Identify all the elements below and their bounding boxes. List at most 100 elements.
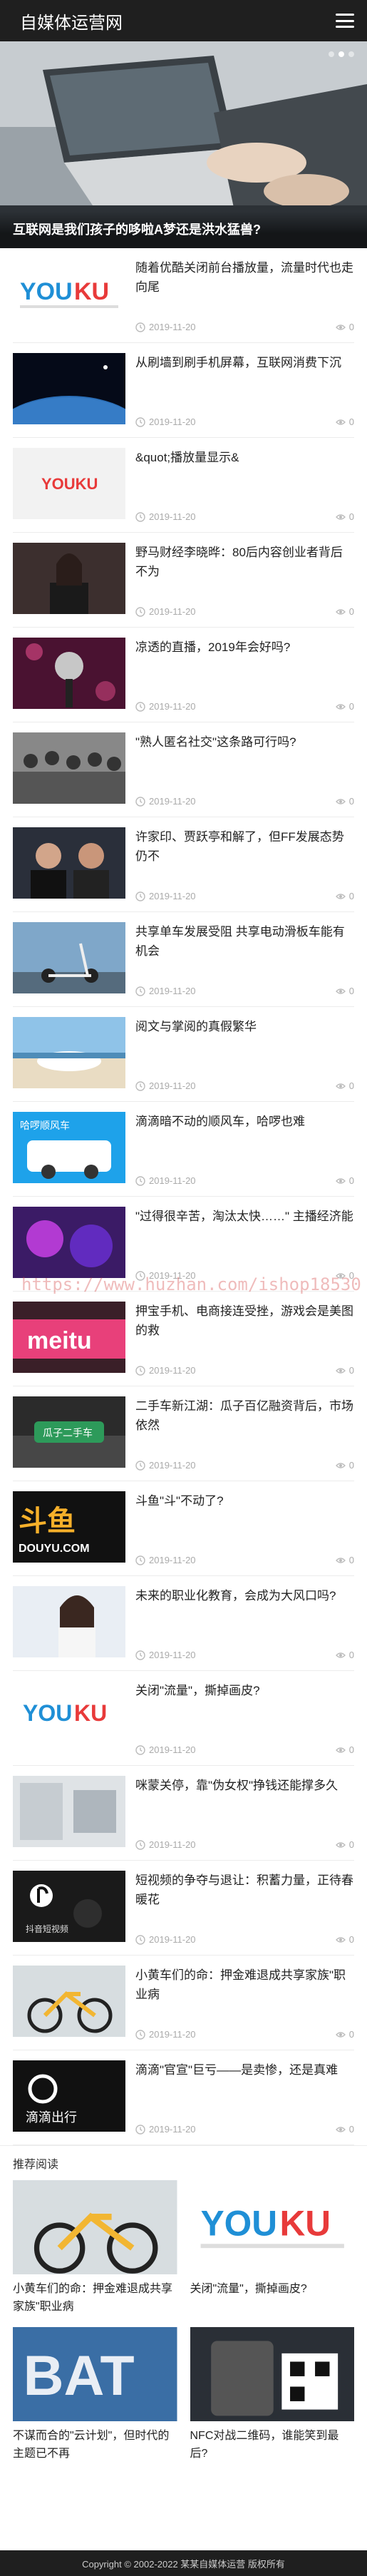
- article-thumbnail[interactable]: YOUKU: [13, 448, 125, 519]
- article-title[interactable]: 随着优酷关闭前台播放量，流量时代也走向尾: [135, 258, 354, 297]
- article-thumbnail[interactable]: [13, 543, 125, 614]
- article-thumbnail[interactable]: 滴滴出行: [13, 2060, 125, 2132]
- svg-text:抖音短视频: 抖音短视频: [26, 1923, 68, 1934]
- article-views: 0: [348, 2029, 354, 2040]
- article-title[interactable]: 许家印、贾跃亭和解了，但FF发展态势仍不: [135, 827, 354, 866]
- article-thumbnail[interactable]: [13, 638, 125, 709]
- list-item[interactable]: "熟人匿名社交"这条路可行吗? 2019-11-20 0: [13, 722, 354, 817]
- recommend-grid: 小黄车们的命：押金难退成共享家族"职业病 YOU KU 关闭"流量"，撕掉画皮? …: [0, 2176, 367, 2481]
- article-thumbnail[interactable]: 瓜子二手车: [13, 1396, 125, 1468]
- clock-icon: [135, 511, 145, 522]
- recommend-item[interactable]: 小黄车们的命：押金难退成共享家族"职业病: [13, 2180, 177, 2316]
- list-item[interactable]: 瓜子二手车 二手车新江湖：瓜子百亿融资背后，市场依然 2019-11-20 0: [13, 1386, 354, 1481]
- menu-icon[interactable]: [336, 14, 354, 28]
- svg-text:KU: KU: [74, 278, 109, 305]
- article-title[interactable]: 凉透的直播，2019年会好吗?: [135, 638, 354, 657]
- article-thumbnail[interactable]: [13, 1207, 125, 1278]
- list-item[interactable]: 阅文与掌阅的真假繁华 2019-11-20 0: [13, 1007, 354, 1102]
- list-item[interactable]: meitu 押宝手机、电商接连受挫，游戏会是美图的救 2019-11-20 0: [13, 1292, 354, 1386]
- article-thumbnail[interactable]: [13, 353, 125, 424]
- article-thumbnail[interactable]: [13, 1776, 125, 1847]
- article-thumbnail[interactable]: [13, 1586, 125, 1657]
- article-views: 0: [348, 1744, 354, 1755]
- article-title[interactable]: "熟人匿名社交"这条路可行吗?: [135, 732, 354, 752]
- list-item[interactable]: YOU KU 关闭"流量"，撕掉画皮? 2019-11-20 0: [13, 1671, 354, 1766]
- article-views: 0: [348, 606, 354, 617]
- article-thumbnail[interactable]: [13, 922, 125, 993]
- clock-icon: [135, 986, 145, 996]
- recommend-title[interactable]: 小黄车们的命：押金难退成共享家族"职业病: [13, 2280, 177, 2316]
- article-thumbnail[interactable]: [13, 1017, 125, 1088]
- article-title[interactable]: 短视频的争夺与退让：积蓄力量，正待春暖花: [135, 1871, 354, 1909]
- list-item[interactable]: 从刷墙到刷手机屏幕，互联网消费下沉 2019-11-20 0: [13, 343, 354, 438]
- list-item[interactable]: 斗鱼 DOUYU.COM 斗鱼"斗"不动了? 2019-11-20 0: [13, 1481, 354, 1576]
- article-thumbnail[interactable]: meitu: [13, 1302, 125, 1373]
- article-title[interactable]: 押宝手机、电商接连受挫，游戏会是美图的救: [135, 1302, 354, 1340]
- recommend-item[interactable]: BAT 不谋而合的"云计划"，但时代的主题已不再: [13, 2327, 177, 2463]
- list-item[interactable]: YOUKU &quot;播放量显示& 2019-11-20 0: [13, 438, 354, 533]
- article-title[interactable]: 小黄车们的命：押金难退成共享家族"职业病: [135, 1966, 354, 2004]
- recommend-title[interactable]: 不谋而合的"云计划"，但时代的主题已不再: [13, 2427, 177, 2463]
- article-thumbnail[interactable]: [13, 1966, 125, 2037]
- recommend-title[interactable]: 关闭"流量"，撕掉画皮?: [190, 2280, 355, 2316]
- recommend-item[interactable]: YOU KU 关闭"流量"，撕掉画皮?: [190, 2180, 355, 2316]
- article-title[interactable]: 滴滴"官宣"巨亏——是卖惨，还是真难: [135, 2060, 354, 2080]
- article-thumbnail[interactable]: 抖音短视频: [13, 1871, 125, 1942]
- list-item[interactable]: 共享单车发展受阻 共享电动滑板车能有机会 2019-11-20 0: [13, 912, 354, 1007]
- list-item[interactable]: 抖音短视频 短视频的争夺与退让：积蓄力量，正待春暖花 2019-11-20 0: [13, 1861, 354, 1956]
- article-date: 2019-11-20: [149, 1365, 196, 1376]
- list-item[interactable]: 滴滴出行 滴滴"官宣"巨亏——是卖惨，还是真难 2019-11-20 0: [13, 2050, 354, 2145]
- list-item[interactable]: 许家印、贾跃亭和解了，但FF发展态势仍不 2019-11-20 0: [13, 817, 354, 912]
- list-item[interactable]: 小黄车们的命：押金难退成共享家族"职业病 2019-11-20 0: [13, 1956, 354, 2050]
- article-meta: 2019-11-20 0: [135, 2029, 354, 2040]
- article-thumbnail[interactable]: [13, 827, 125, 899]
- clock-icon: [135, 891, 145, 901]
- article-title[interactable]: 滴滴暗不动的顺风车，哈啰也难: [135, 1112, 354, 1131]
- list-item[interactable]: YOU KU 随着优酷关闭前台播放量，流量时代也走向尾 2019-11-20 0: [13, 248, 354, 343]
- article-date: 2019-11-20: [149, 1839, 196, 1850]
- article-title[interactable]: &quot;播放量显示&: [135, 448, 354, 467]
- article-title[interactable]: 阅文与掌阅的真假繁华: [135, 1017, 354, 1036]
- article-title[interactable]: 共享单车发展受阻 共享电动滑板车能有机会: [135, 922, 354, 961]
- article-title[interactable]: 野马财经李晓晔：80后内容创业者背后不为: [135, 543, 354, 581]
- article-info: 滴滴"官宣"巨亏——是卖惨，还是真难 2019-11-20 0: [125, 2060, 354, 2135]
- article-title[interactable]: 斗鱼"斗"不动了?: [135, 1491, 354, 1511]
- article-title[interactable]: 未来的职业化教育，会成为大风口吗?: [135, 1586, 354, 1605]
- article-views: 0: [348, 1650, 354, 1660]
- article-thumbnail[interactable]: 哈啰顺风车: [13, 1112, 125, 1183]
- list-item[interactable]: 未来的职业化教育，会成为大风口吗? 2019-11-20 0: [13, 1576, 354, 1671]
- eye-icon: [335, 1557, 346, 1563]
- slider-dots[interactable]: [329, 51, 354, 57]
- article-meta: 2019-11-20 0: [135, 701, 354, 712]
- article-thumbnail[interactable]: YOUKU: [13, 258, 125, 329]
- article-title[interactable]: 从刷墙到刷手机屏幕，互联网消费下沉: [135, 353, 354, 372]
- list-item[interactable]: 哈啰顺风车 滴滴暗不动的顺风车，哈啰也难 2019-11-20 0: [13, 1102, 354, 1197]
- recommend-title[interactable]: NFC对战二维码，谁能笑到最后?: [190, 2427, 355, 2463]
- recommend-item[interactable]: NFC对战二维码，谁能笑到最后?: [190, 2327, 355, 2463]
- svg-text:YOU: YOU: [23, 1700, 72, 1726]
- site-title[interactable]: 自媒体运营网: [20, 9, 123, 34]
- article-info: 二手车新江湖：瓜子百亿融资背后，市场依然 2019-11-20 0: [125, 1396, 354, 1471]
- hero-slider[interactable]: 互联网是我们孩子的哆啦A梦还是洪水猛兽?: [0, 41, 367, 248]
- list-item[interactable]: 野马财经李晓晔：80后内容创业者背后不为 2019-11-20 0: [13, 533, 354, 628]
- article-thumbnail[interactable]: YOUKU: [13, 1681, 125, 1752]
- article-title[interactable]: 二手车新江湖：瓜子百亿融资背后，市场依然: [135, 1396, 354, 1435]
- list-item[interactable]: 咪蒙关停，靠"伪女权"挣钱还能撑多久 2019-11-20 0: [13, 1766, 354, 1861]
- recommend-thumbnail[interactable]: BAT: [13, 2327, 177, 2421]
- svg-text:YOU: YOU: [200, 2204, 276, 2244]
- clock-icon: [135, 2029, 145, 2040]
- list-item[interactable]: "过得很辛苦，淘汰太快……" 主播经济能 2019-11-20 0: [13, 1197, 354, 1292]
- article-thumbnail[interactable]: 斗鱼 DOUYU.COM: [13, 1491, 125, 1563]
- article-info: 关闭"流量"，撕掉画皮? 2019-11-20 0: [125, 1681, 354, 1755]
- article-title[interactable]: 咪蒙关停，靠"伪女权"挣钱还能撑多久: [135, 1776, 354, 1795]
- recommend-thumbnail[interactable]: [190, 2327, 354, 2421]
- article-thumbnail[interactable]: [13, 732, 125, 804]
- article-title[interactable]: "过得很辛苦，淘汰太快……" 主播经济能: [135, 1207, 354, 1226]
- article-views: 0: [348, 322, 354, 332]
- recommend-thumbnail[interactable]: [13, 2180, 177, 2274]
- recommend-thumbnail[interactable]: YOU KU: [190, 2180, 354, 2274]
- article-meta: 2019-11-20 0: [135, 1744, 354, 1755]
- article-title[interactable]: 关闭"流量"，撕掉画皮?: [135, 1681, 354, 1700]
- hero-caption[interactable]: 互联网是我们孩子的哆啦A梦还是洪水猛兽?: [0, 211, 367, 248]
- list-item[interactable]: 凉透的直播，2019年会好吗? 2019-11-20 0: [13, 628, 354, 722]
